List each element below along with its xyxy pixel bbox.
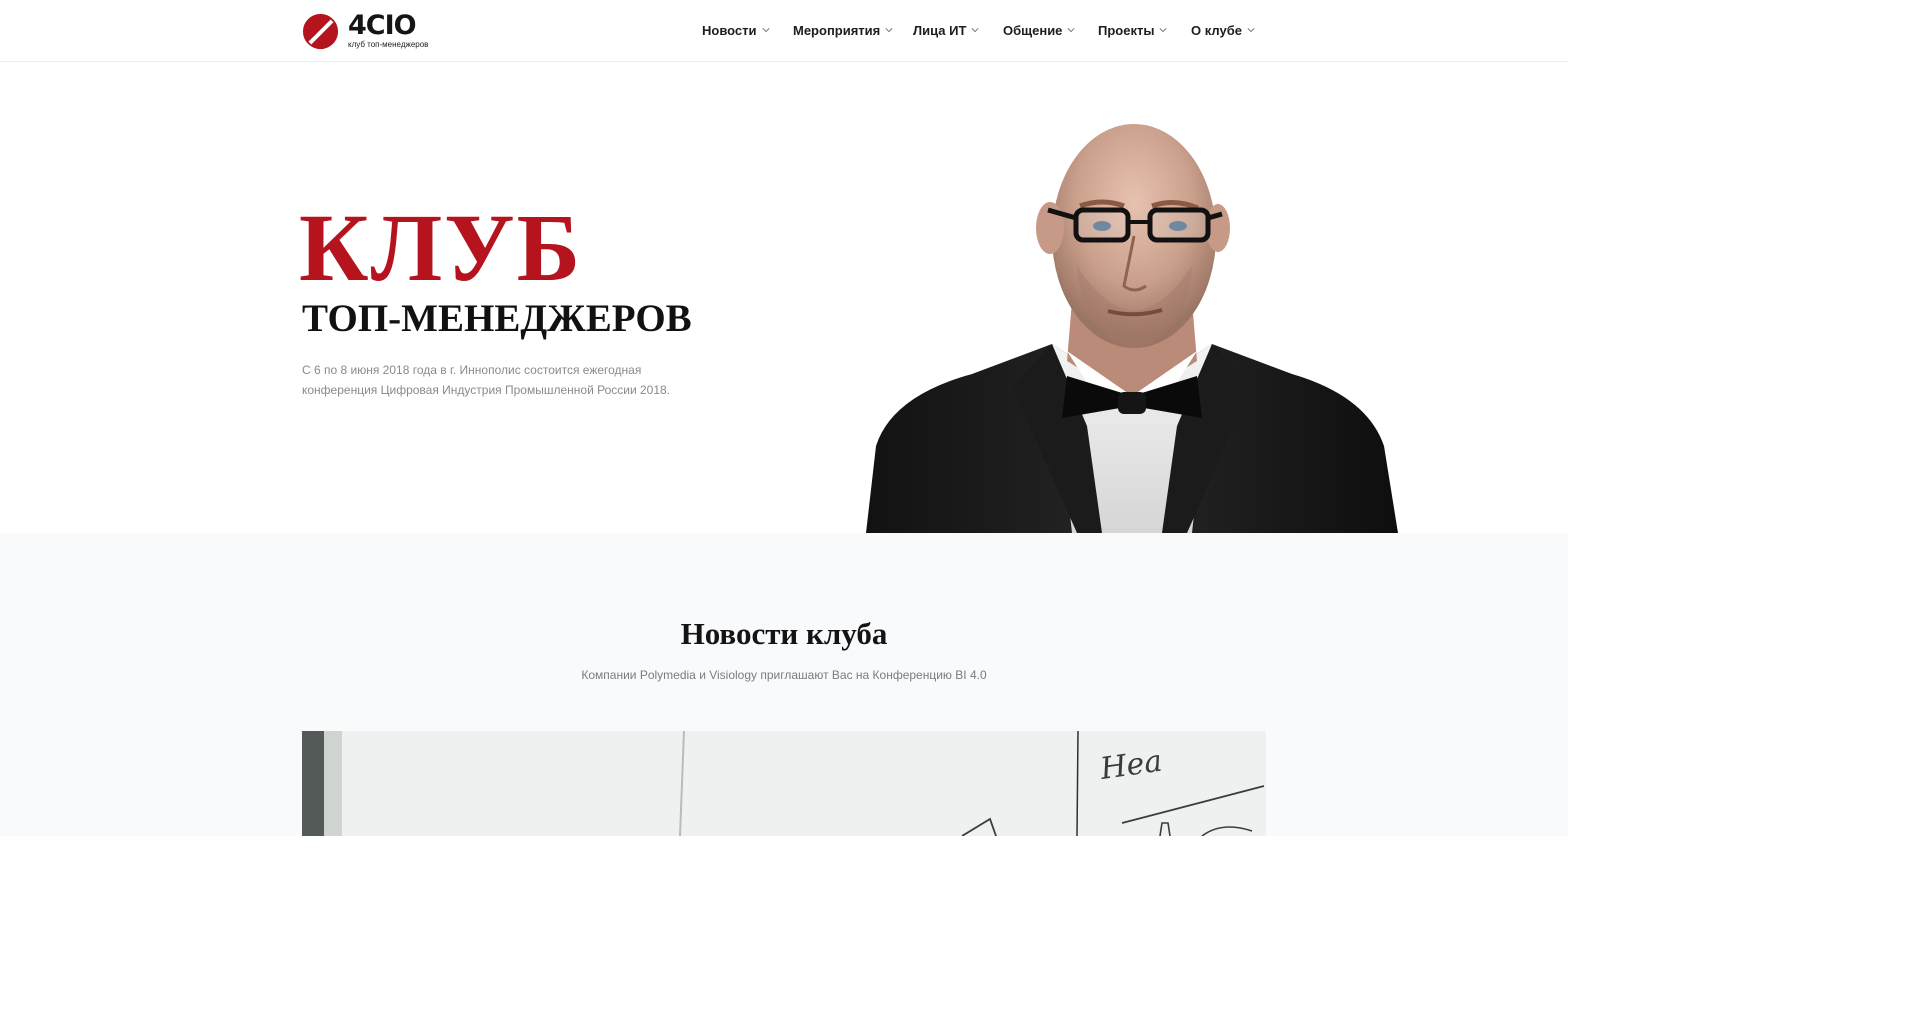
- page: 4CIO клуб топ-менеджеров Новости Меропри…: [0, 0, 1568, 836]
- nav-item-label: Новости: [702, 23, 757, 38]
- main-nav: Новости Мероприятия Лица ИТ Общение Прое…: [0, 0, 1568, 62]
- nav-item-label: Лица ИТ: [913, 23, 967, 38]
- news-section-title: Новости клуба: [680, 616, 888, 651]
- chevron-down-icon: [761, 28, 770, 33]
- hero-portrait: [866, 124, 1398, 533]
- nav-item-community[interactable]: Общение: [1003, 23, 1075, 38]
- nav-item-it-faces[interactable]: Лица ИТ: [913, 23, 979, 38]
- nav-item-label: О клубе: [1191, 23, 1242, 38]
- news-featured-image[interactable]: Hea: [302, 731, 1266, 836]
- chevron-down-icon: [1067, 28, 1075, 33]
- chevron-down-icon: [885, 28, 893, 33]
- hero-description: С 6 по 8 июня 2018 года в г. Иннополис с…: [302, 363, 671, 397]
- nav-item-label: Проекты: [1098, 23, 1155, 38]
- site-header: 4CIO клуб топ-менеджеров Новости Меропри…: [0, 0, 1568, 62]
- chevron-down-icon: [1159, 28, 1167, 33]
- nav-item-events[interactable]: Мероприятия: [793, 23, 893, 38]
- nav-item-label: Общение: [1003, 23, 1063, 38]
- whiteboard-illustration: Hea: [302, 731, 1266, 836]
- news-headline-link[interactable]: Компании Polymedia и Visiology приглашаю…: [0, 667, 1568, 683]
- news-section: Новости клуба Компании Polymedia и Visio…: [0, 533, 1568, 836]
- hero-title: КЛУБ: [299, 194, 583, 301]
- chevron-down-icon: [971, 28, 979, 33]
- nav-item-about[interactable]: О клубе: [1191, 23, 1255, 38]
- nav-item-news[interactable]: Новости: [702, 23, 770, 38]
- chevron-down-icon: [1247, 28, 1255, 33]
- hero-subtitle: ТОП-МЕНЕДЖЕРОВ: [302, 297, 692, 340]
- nav-item-label: Мероприятия: [793, 23, 881, 38]
- nav-item-projects[interactable]: Проекты: [1098, 23, 1167, 38]
